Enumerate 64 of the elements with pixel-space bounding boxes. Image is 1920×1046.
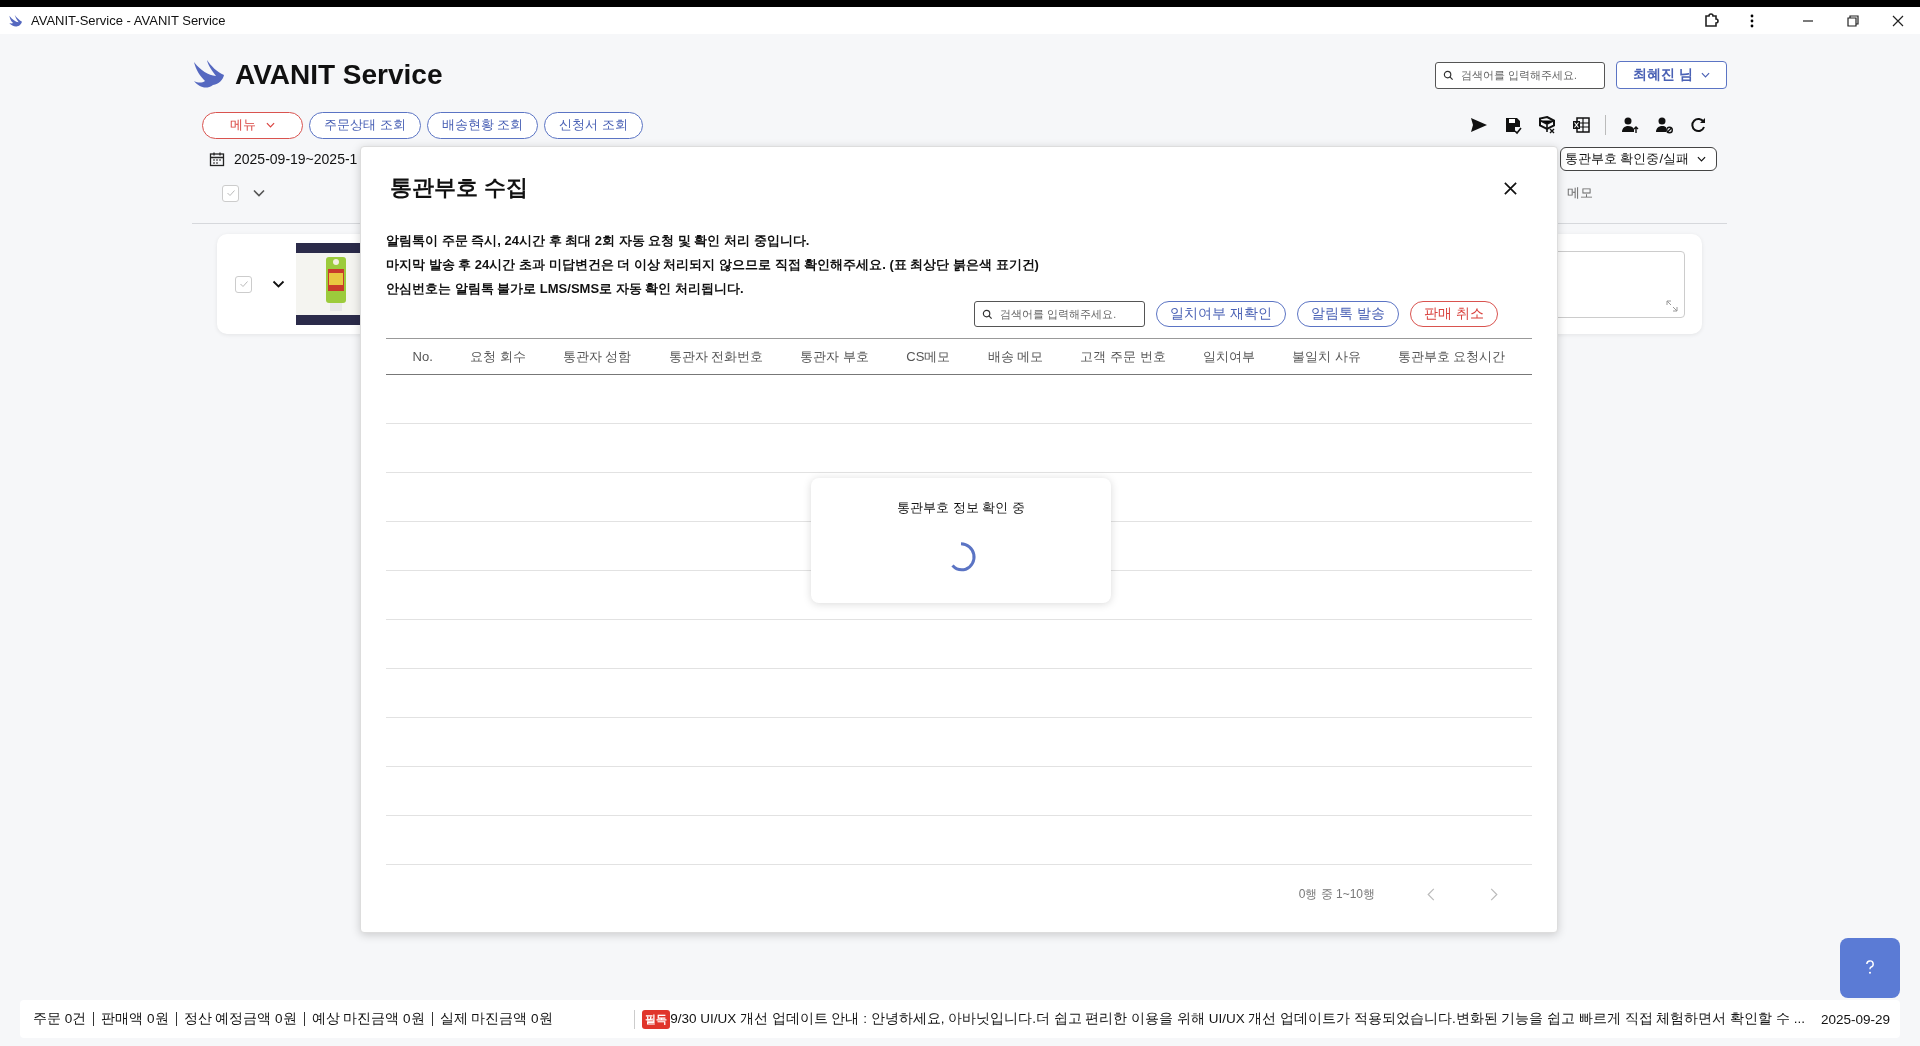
nav-link-button[interactable]: 주문상태 조회 xyxy=(309,111,421,139)
user-menu-button[interactable]: 최혜진 님 xyxy=(1616,61,1727,89)
summary-text: 예상 마진금액 0원 xyxy=(303,1012,432,1026)
search-field[interactable]: 검색어를 입력해주세요. xyxy=(1435,61,1606,89)
search-icon xyxy=(1443,69,1455,81)
column-header: 요청 회수 xyxy=(470,347,526,366)
column-header: 통관자 성함 xyxy=(562,347,632,366)
action-button[interactable]: 일치여부 재확인 xyxy=(1156,301,1287,327)
summary-text: 판매액 0원 xyxy=(93,1012,176,1026)
summary-text: 정산 예정금액 0원 xyxy=(175,1012,304,1026)
order-checkbox[interactable] xyxy=(235,275,252,293)
caret-icon xyxy=(266,122,275,128)
check-icon xyxy=(225,189,236,197)
column-header: 메모 xyxy=(1567,184,1593,202)
check-icon xyxy=(238,280,249,288)
dialog-title: 통관부호 수집 xyxy=(390,174,529,202)
send-icon[interactable] xyxy=(1469,115,1489,135)
menu-button[interactable]: 메뉴 xyxy=(202,111,303,139)
column-header: No. xyxy=(412,349,433,364)
person-arrow-icon[interactable] xyxy=(1620,115,1640,135)
column-header: 불일치 사유 xyxy=(1291,347,1361,366)
spreadsheet-icon[interactable] xyxy=(1571,115,1591,135)
column-header: 통관부호 요청시간 xyxy=(1397,347,1506,366)
expand-icon[interactable] xyxy=(1666,299,1678,312)
notice-badge: 필독 xyxy=(642,1009,671,1029)
app-name: AVANIT Service xyxy=(235,59,443,91)
notice-text: 마지막 발송 후 24시간 초과 미답변건은 더 이상 처리되지 않으므로 직접 확인해주세요. (표 최상단 붉은색 표기건) xyxy=(386,256,1040,274)
calendar-icon xyxy=(209,151,225,167)
cancel-sale-button[interactable]: 판매 취소 xyxy=(1410,301,1498,327)
puzzle-icon[interactable] xyxy=(1703,12,1719,29)
close-icon[interactable] xyxy=(1503,180,1518,196)
column-header: 배송 메모 xyxy=(987,347,1044,366)
person-block-icon[interactable] xyxy=(1654,115,1674,135)
column-header: 일치여부 xyxy=(1202,347,1255,366)
column-header: CS메모 xyxy=(906,347,951,366)
notice-date: 2025-09-29 xyxy=(1820,1011,1890,1027)
pagination-summary: 0행 중 1~10행 xyxy=(1298,885,1375,903)
chevron-down-icon[interactable] xyxy=(272,280,285,288)
box-icon[interactable] xyxy=(1537,115,1557,135)
loading-message: 통관부호 정보 확인 중 xyxy=(897,499,1025,517)
status-dropdown[interactable]: 통관부호 확인중/실패 xyxy=(1559,147,1717,171)
caret-icon xyxy=(1697,156,1706,162)
search-field[interactable]: 검색어를 입력해주세요. xyxy=(974,301,1146,327)
action-button[interactable]: 알림톡 발송 xyxy=(1297,301,1400,327)
summary-text: 주문 0건 xyxy=(33,1012,88,1026)
nav-link-button[interactable]: 배송현황 조회 xyxy=(426,111,539,139)
summary-text: 실제 마진금액 0원 xyxy=(431,1012,560,1026)
refresh-icon[interactable] xyxy=(1688,115,1708,135)
notice-text: 알림톡이 주문 즉시, 24시간 후 최대 2회 자동 요청 및 확인 처리 중입니다. xyxy=(386,232,811,250)
app-logo-icon xyxy=(8,13,24,28)
column-header: 통관자 부호 xyxy=(800,347,870,366)
nav-link-button[interactable]: 신청서 조회 xyxy=(544,111,643,139)
window-title: AVANIT-Service - AVANIT Service xyxy=(31,13,226,28)
chevron-down-icon[interactable] xyxy=(253,189,265,197)
date-range[interactable]: 2025-09-19~2025-1 xyxy=(234,151,358,167)
select-all-checkbox[interactable] xyxy=(222,184,239,202)
column-header: 고객 주문 번호 xyxy=(1080,347,1166,366)
restore-icon[interactable] xyxy=(1845,12,1861,29)
notice-text: 안심번호는 알림톡 불가로 LMS/SMS로 자동 확인 처리됩니다. xyxy=(386,280,745,298)
search-icon xyxy=(982,309,994,320)
notice-link[interactable]: 9/30 UI/UX 개선 업데이트 안내 : 안녕하세요, 아바닛입니다.더 쉽고 편리한 이용을 위해 UI/UX 개선 업데이트가 적용되었습니다.변화된 기능을 쉽고 빠르게 직접 체험하면서 확인할 수 ... xyxy=(670,1010,1805,1028)
help-button[interactable] xyxy=(1840,938,1900,998)
caret-icon xyxy=(1701,72,1710,78)
column-header: 통관자 전화번호 xyxy=(668,347,764,366)
